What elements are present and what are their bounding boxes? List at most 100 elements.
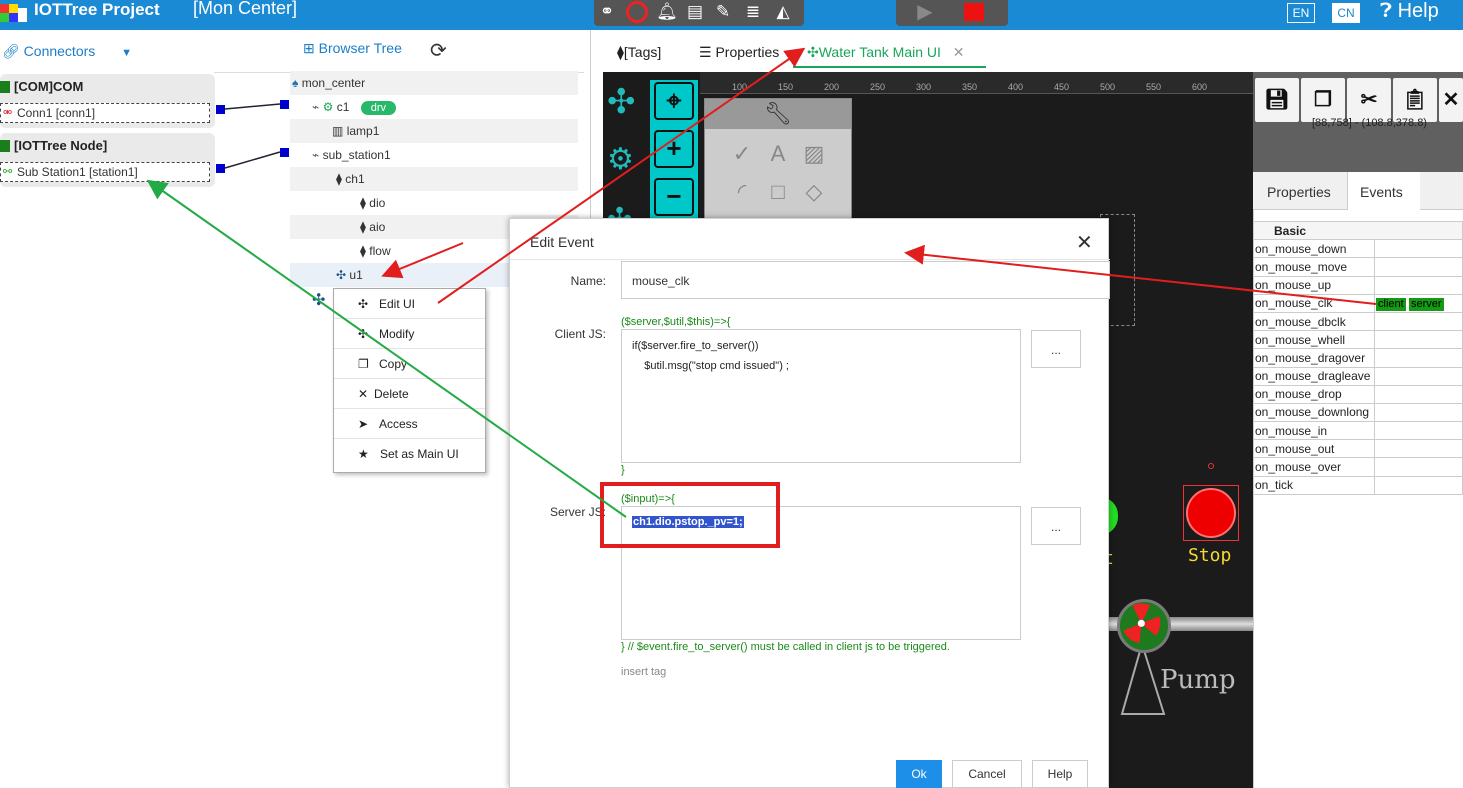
copy-icon[interactable]: ❐ <box>1301 78 1345 122</box>
event-value[interactable] <box>1374 439 1463 459</box>
event-value[interactable] <box>1374 384 1463 404</box>
table-row[interactable]: on_mouse_move <box>1253 257 1463 277</box>
puzzle-icon[interactable]: ✣ <box>607 82 636 122</box>
tree-node-ch1[interactable]: ⧫ ch1 <box>290 167 578 191</box>
tree-node-dio[interactable]: ⧫ dio <box>290 191 578 215</box>
event-value[interactable] <box>1374 239 1463 259</box>
menu-item-copy[interactable]: ❐ Copy <box>334 349 485 379</box>
table-row[interactable]: on_mouse_up <box>1253 275 1463 295</box>
tree-node-sub-station1[interactable]: ⌁ sub_station1 <box>290 143 578 167</box>
node-iottree[interactable]: [IOTTree Node] ⚯ Sub Station1 [station1] <box>0 133 215 187</box>
rotate-handle[interactable] <box>1208 463 1214 469</box>
connection-item[interactable]: ⚮ Conn1 [conn1] <box>0 103 210 123</box>
tab-water-tank-main-ui[interactable]: ✣Water Tank Main UI ✕ <box>807 44 965 61</box>
ruler-label: 350 <box>962 82 978 92</box>
record-icon[interactable] <box>626 1 648 23</box>
crosshair-icon[interactable]: ⌖ <box>654 82 694 120</box>
tree-node-lamp1[interactable]: ▥ lamp1 <box>290 119 578 143</box>
help-button[interactable]: Help <box>1032 760 1088 788</box>
menu-item-set-main-ui[interactable]: ★ Set as Main UI <box>334 439 485 469</box>
tab-events[interactable]: Events <box>1360 184 1403 200</box>
event-value[interactable] <box>1374 421 1463 441</box>
client-badge: client <box>1376 297 1406 311</box>
lang-cn-button[interactable]: CN <box>1332 3 1360 23</box>
tree-node-mon-center[interactable]: ♠ mon_center <box>290 71 578 95</box>
edit-icon[interactable]: ✎ <box>712 2 734 22</box>
chevron-down-icon[interactable]: ▼ <box>121 47 132 59</box>
line-tool-icon[interactable]: ✓ <box>727 139 757 169</box>
connector-port[interactable] <box>216 105 225 114</box>
cancel-button[interactable]: Cancel <box>952 760 1022 788</box>
tree-node-c1[interactable]: ⌁ ⚙ c1 drv <box>290 95 578 119</box>
connector-port[interactable] <box>280 148 289 157</box>
connector-port[interactable] <box>280 100 289 109</box>
image-tool-icon[interactable]: ▨ <box>799 139 829 169</box>
help-link[interactable]: ❓︎ Help <box>1380 0 1439 23</box>
chart-icon[interactable]: ◭ <box>772 2 794 22</box>
table-row[interactable]: on_mouse_down <box>1253 239 1463 259</box>
table-row[interactable]: on_mouse_downlong <box>1253 402 1463 423</box>
table-row[interactable]: on_mouse_dbclk <box>1253 311 1463 332</box>
server-js-edit-button[interactable]: ... <box>1031 507 1081 545</box>
save-icon[interactable]: 💾︎ <box>1255 78 1299 122</box>
table-row[interactable]: on_mouse_dragover <box>1253 348 1463 368</box>
event-value[interactable] <box>1374 402 1463 423</box>
event-value[interactable] <box>1374 275 1463 295</box>
connection-item[interactable]: ⚯ Sub Station1 [station1] <box>0 162 210 182</box>
lang-en-button[interactable]: EN <box>1287 3 1315 23</box>
menu-item-access[interactable]: ➤ Access <box>334 409 485 439</box>
paste-icon[interactable]: 📋︎ <box>1393 78 1437 122</box>
refresh-icon[interactable]: ⟳ <box>430 38 447 63</box>
name-field[interactable]: mouse_clk <box>621 261 1110 299</box>
table-row[interactable]: on_tick <box>1253 475 1463 495</box>
event-value[interactable] <box>1374 366 1463 386</box>
pump-fan-icon[interactable] <box>1117 599 1171 653</box>
zoom-in-icon[interactable]: + <box>654 130 694 168</box>
event-value[interactable] <box>1374 348 1463 368</box>
client-js-editor[interactable]: if($server.fire_to_server()) $util.msg("… <box>621 329 1021 463</box>
bell-icon[interactable]: 🔔︎ <box>656 2 678 22</box>
table-row[interactable]: on_mouse_in <box>1253 421 1463 441</box>
doc-icon[interactable]: ▤ <box>684 2 706 22</box>
cut-icon[interactable]: ✂ <box>1347 78 1391 122</box>
diamond-tool-icon[interactable]: ◇ <box>799 177 829 207</box>
zoom-out-icon[interactable]: − <box>654 178 694 216</box>
event-value[interactable] <box>1374 257 1463 277</box>
event-value[interactable]: client server <box>1374 293 1463 313</box>
connectors-header[interactable]: 🔗︎ Connectors ▼ <box>2 43 132 60</box>
menu-item-edit-ui[interactable]: ✣ Edit UI <box>334 289 485 319</box>
share-icon[interactable]: ⚭ <box>596 2 618 22</box>
stop-icon[interactable] <box>964 3 984 21</box>
tab-properties[interactable]: Properties <box>1267 184 1331 200</box>
connector-port[interactable] <box>216 164 225 173</box>
table-row[interactable]: on_mouse_over <box>1253 457 1463 477</box>
close-icon[interactable]: ✕ <box>1076 230 1093 255</box>
play-icon[interactable]: ▶ <box>914 2 936 22</box>
table-row[interactable]: on_mouse_clk client server <box>1253 293 1463 313</box>
rect-tool-icon[interactable]: □ <box>763 177 793 207</box>
table-row[interactable]: on_mouse_dragleave <box>1253 366 1463 386</box>
table-row[interactable]: on_mouse_whell <box>1253 330 1463 350</box>
text-tool-icon[interactable]: A <box>763 139 793 169</box>
menu-item-delete[interactable]: ✕ Delete <box>334 379 485 409</box>
menu-item-modify[interactable]: ✣ Modify <box>334 319 485 349</box>
database-icon[interactable]: ≣ <box>742 2 764 22</box>
table-row[interactable]: on_mouse_drop <box>1253 384 1463 404</box>
insert-tag-link[interactable]: insert tag <box>621 666 666 678</box>
stop-button-shape[interactable] <box>1186 488 1236 538</box>
ok-button[interactable]: Ok <box>896 760 942 788</box>
client-js-edit-button[interactable]: ... <box>1031 330 1081 368</box>
close-icon[interactable]: ✕ <box>1439 78 1463 122</box>
event-value[interactable] <box>1374 457 1463 477</box>
active-tab-underline <box>793 66 986 68</box>
tab-tags[interactable]: ⧫[Tags] <box>617 44 661 61</box>
event-value[interactable] <box>1374 475 1463 495</box>
gears-icon[interactable]: ⚙ <box>607 142 634 177</box>
table-row[interactable]: on_mouse_out <box>1253 439 1463 459</box>
arc-tool-icon[interactable]: ◜ <box>727 177 757 207</box>
node-com[interactable]: [COM]COM ⚮ Conn1 [conn1] <box>0 74 215 128</box>
event-value[interactable] <box>1374 311 1463 332</box>
event-value[interactable] <box>1374 330 1463 350</box>
tab-properties[interactable]: ☰ Properties <box>699 44 779 61</box>
close-icon[interactable]: ✕ <box>953 44 965 60</box>
